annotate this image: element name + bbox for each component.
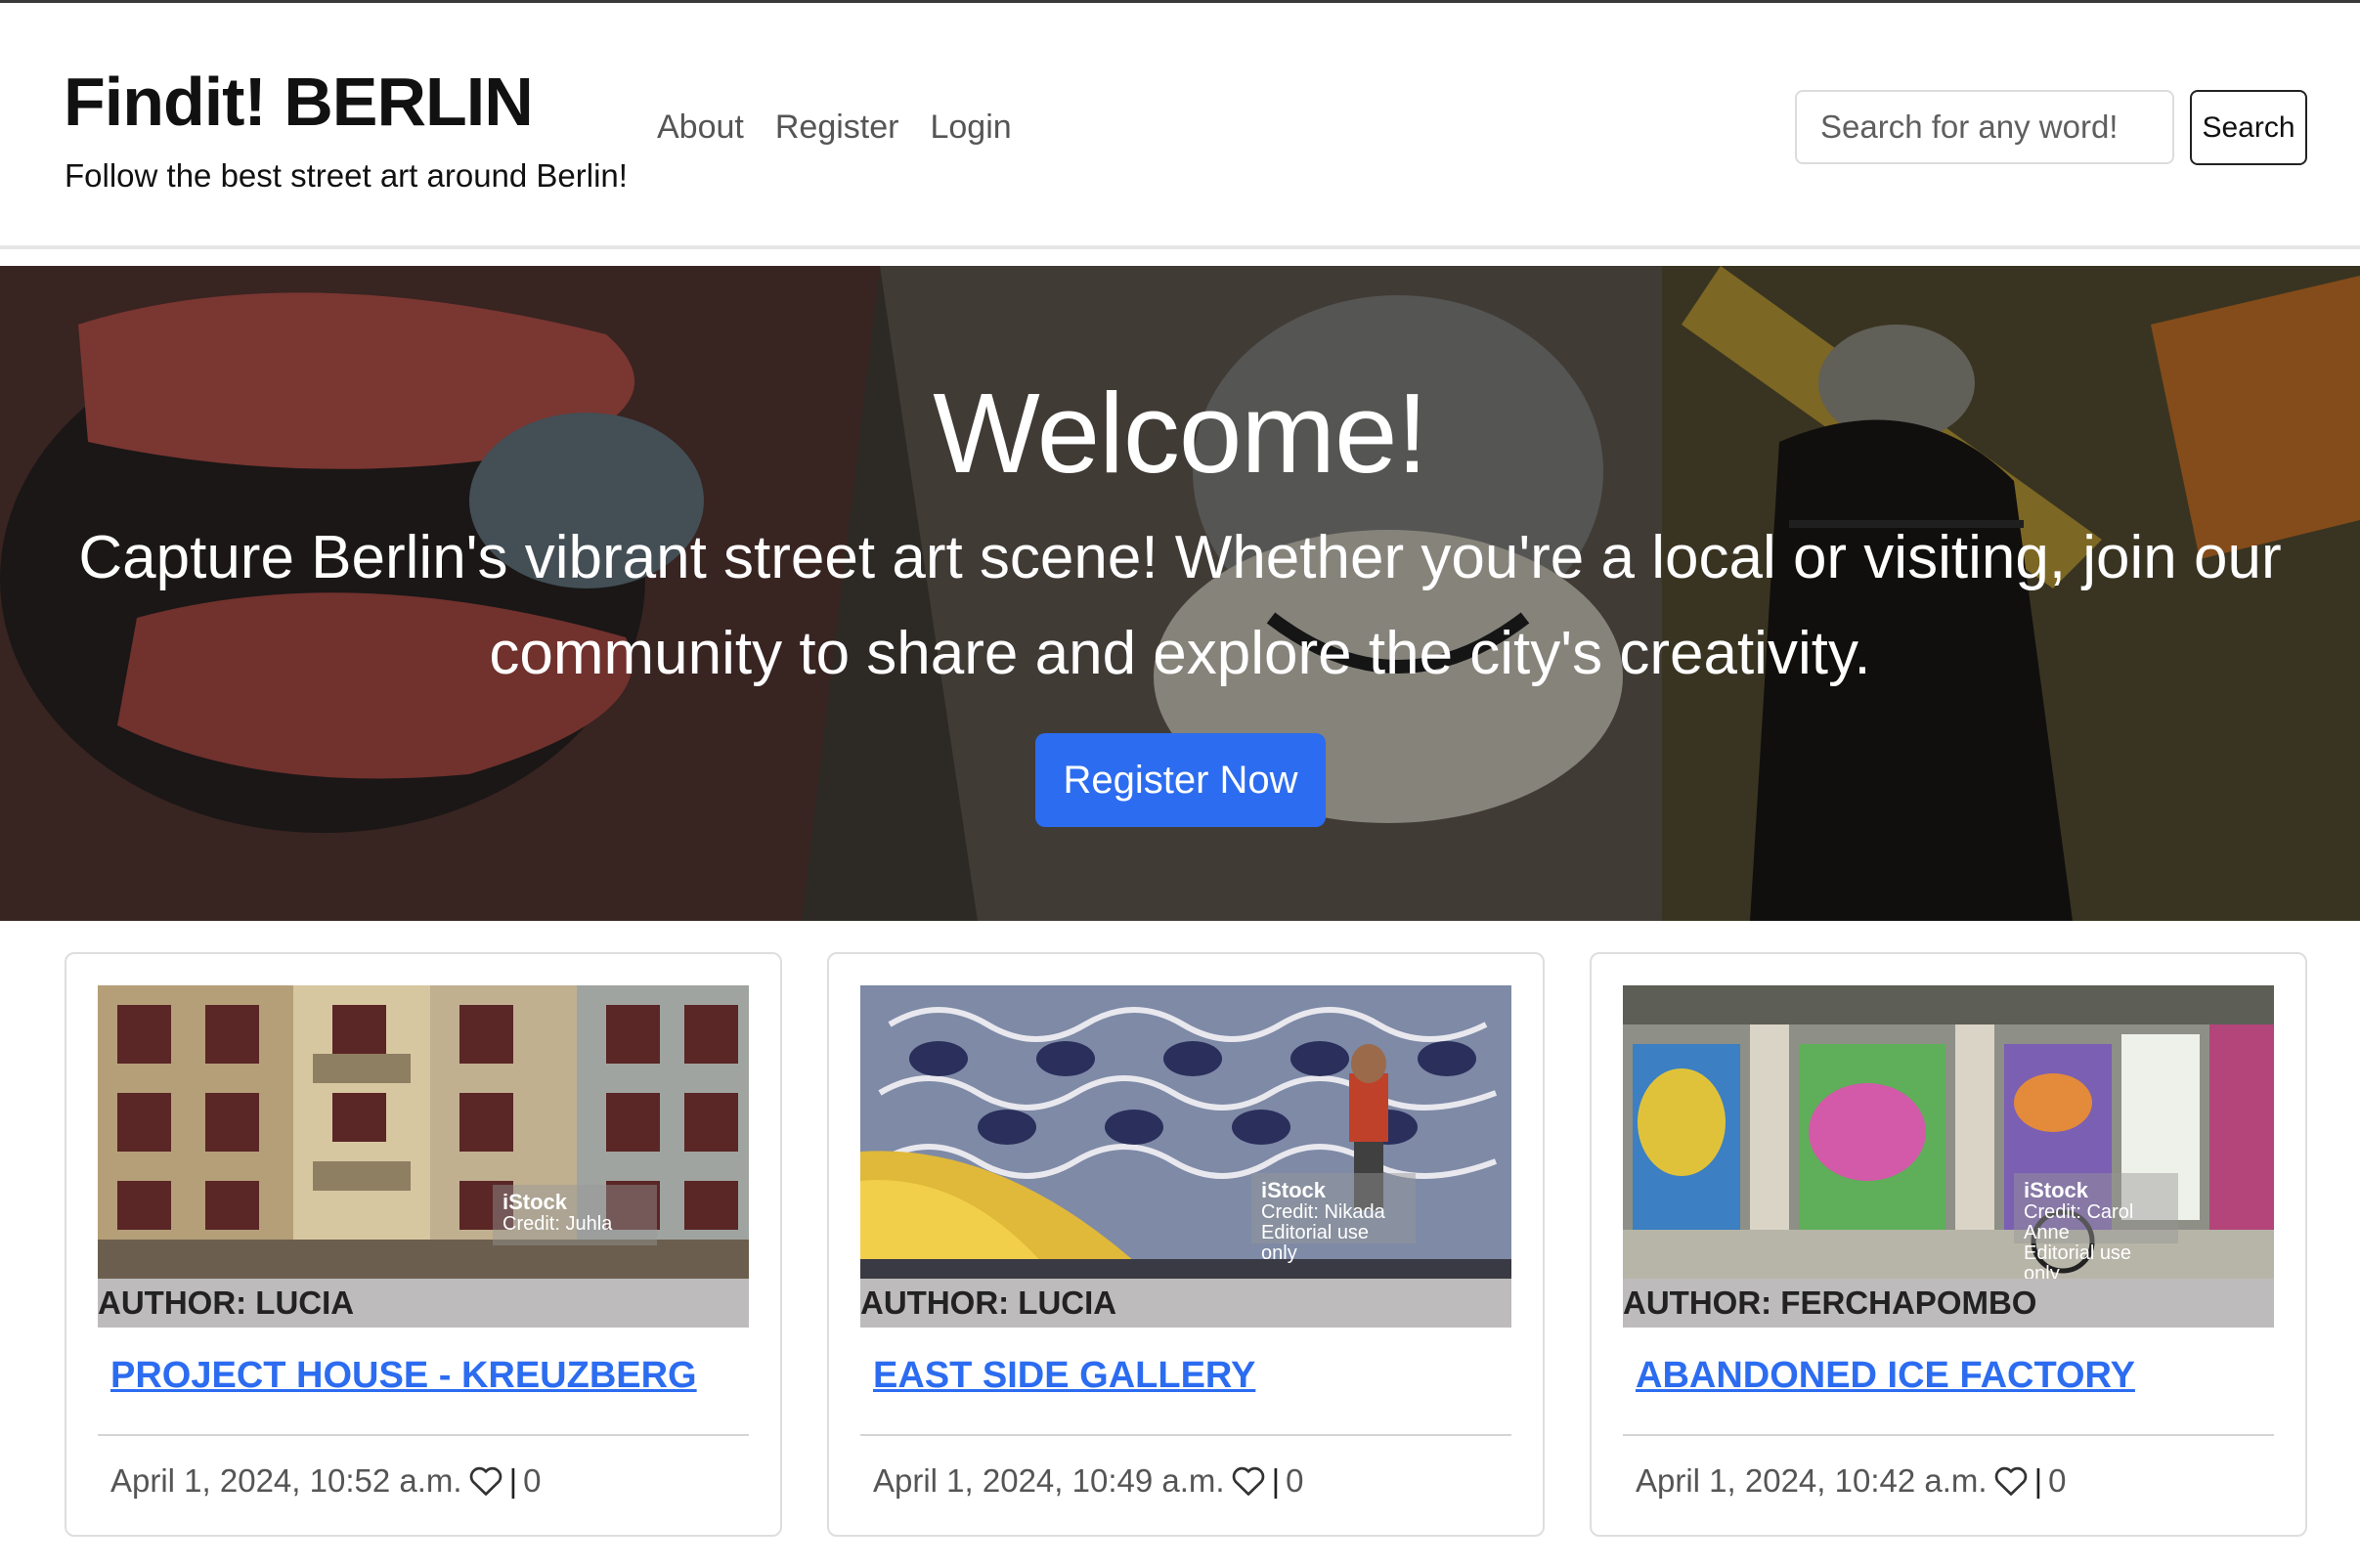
post-image[interactable]: iStock Credit: Nikada Editorial use only: [860, 985, 1511, 1279]
card-divider: [1623, 1434, 2274, 1436]
post-card: iStock Credit: Juhla AUTHOR: LUCIA PROJE…: [65, 952, 782, 1537]
watermark-credit: Credit: Carol Anne: [2024, 1201, 2134, 1243]
post-date: April 1, 2024, 10:42 a.m.: [1636, 1462, 1988, 1499]
nav-about-link[interactable]: About: [657, 109, 744, 147]
post-image[interactable]: iStock Credit: Carol Anne Editorial use …: [1623, 985, 2274, 1279]
post-meta: April 1, 2024, 10:49 a.m. | 0: [873, 1462, 1304, 1500]
nav-links: About Register Login: [657, 109, 1012, 147]
watermark-brand: iStock: [1261, 1178, 1327, 1202]
like-count: 0: [523, 1462, 542, 1499]
navbar: Findit! BERLIN Follow the best street ar…: [0, 3, 2360, 249]
search-input[interactable]: [1795, 90, 2174, 164]
post-title-link[interactable]: PROJECT HOUSE - KREUZBERG: [110, 1355, 697, 1397]
post-meta: April 1, 2024, 10:52 a.m. | 0: [110, 1462, 542, 1500]
heart-icon[interactable]: [1993, 1464, 2029, 1498]
heart-icon[interactable]: [1231, 1464, 1266, 1498]
watermark-brand: iStock: [2024, 1178, 2089, 1202]
watermark: iStock Credit: Juhla: [493, 1185, 657, 1245]
post-author: AUTHOR: LUCIA: [98, 1279, 749, 1328]
hero-title: Welcome!: [933, 370, 1428, 497]
meta-separator: |: [1271, 1462, 1281, 1499]
watermark-brand: iStock: [503, 1190, 568, 1214]
post-date: April 1, 2024, 10:52 a.m.: [110, 1462, 462, 1499]
meta-separator: |: [2033, 1462, 2043, 1499]
post-author: AUTHOR: FERCHAPOMBO: [1623, 1279, 2274, 1328]
hero-banner: Welcome! Capture Berlin's vibrant street…: [0, 266, 2360, 921]
post-title-link[interactable]: ABANDONED ICE FACTORY: [1636, 1355, 2135, 1397]
register-now-button[interactable]: Register Now: [1035, 733, 1326, 827]
hero-subtitle: Capture Berlin's vibrant street art scen…: [78, 524, 2282, 687]
like-count: 0: [2048, 1462, 2067, 1499]
nav-login-link[interactable]: Login: [930, 109, 1011, 147]
post-card: iStock Credit: Carol Anne Editorial use …: [1590, 952, 2307, 1537]
post-author: AUTHOR: LUCIA: [860, 1279, 1511, 1328]
watermark-credit: Credit: Juhla: [503, 1213, 613, 1235]
post-date: April 1, 2024, 10:49 a.m.: [873, 1462, 1225, 1499]
watermark: iStock Credit: Carol Anne Editorial use …: [2014, 1173, 2178, 1279]
watermark-credit: Credit: Nikada: [1261, 1201, 1385, 1223]
search-button[interactable]: Search: [2190, 90, 2307, 165]
heart-icon[interactable]: [468, 1464, 503, 1498]
brand-title[interactable]: Findit! BERLIN: [64, 67, 534, 136]
post-meta: April 1, 2024, 10:42 a.m. | 0: [1636, 1462, 2067, 1500]
post-title-link[interactable]: EAST SIDE GALLERY: [873, 1355, 1255, 1397]
watermark: iStock Credit: Nikada Editorial use only: [1251, 1173, 1416, 1264]
like-count: 0: [1286, 1462, 1304, 1499]
meta-separator: |: [508, 1462, 518, 1499]
post-image[interactable]: iStock Credit: Juhla: [98, 985, 749, 1279]
card-divider: [860, 1434, 1511, 1436]
brand-tagline: Follow the best street art around Berlin…: [65, 157, 628, 194]
post-card: iStock Credit: Nikada Editorial use only…: [827, 952, 1545, 1537]
card-divider: [98, 1434, 749, 1436]
nav-register-link[interactable]: Register: [775, 109, 899, 147]
